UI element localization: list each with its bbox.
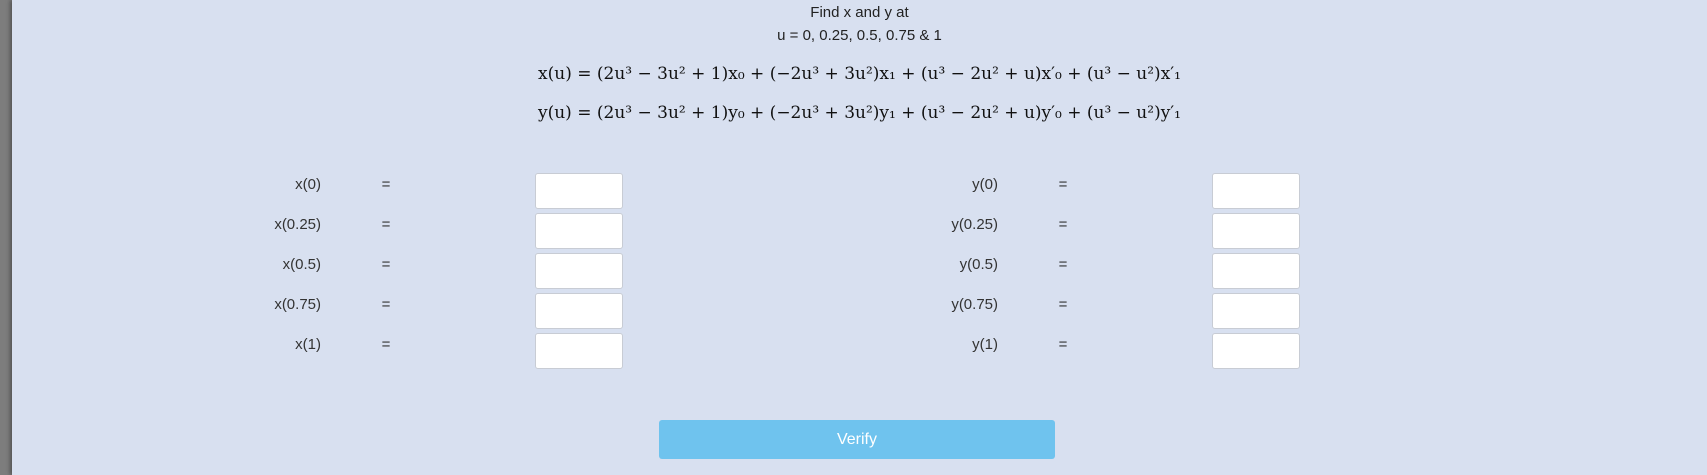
answer-x0[interactable] bbox=[535, 173, 623, 209]
label-x075: x(0.75) bbox=[274, 296, 321, 313]
equals-sign: = bbox=[1058, 296, 1068, 313]
answer-y075[interactable] bbox=[1212, 293, 1300, 329]
verify-button[interactable]: Verify bbox=[659, 420, 1055, 459]
answer-x025[interactable] bbox=[535, 213, 623, 249]
formula-x: x(u) = (2u³ − 3u² + 1)x₀ + (−2u³ + 3u²)x… bbox=[538, 64, 1181, 84]
equals-sign: = bbox=[381, 216, 391, 233]
formula-y: y(u) = (2u³ − 3u² + 1)y₀ + (−2u³ + 3u²)y… bbox=[538, 103, 1181, 123]
answer-x075[interactable] bbox=[535, 293, 623, 329]
label-x025: x(0.25) bbox=[274, 216, 321, 233]
instruction-title: Find x and y at bbox=[810, 4, 909, 21]
instruction-values: u = 0, 0.25, 0.5, 0.75 & 1 bbox=[777, 27, 942, 44]
exercise-panel: Find x and y at u = 0, 0.25, 0.5, 0.75 &… bbox=[12, 0, 1707, 475]
label-x0: x(0) bbox=[295, 176, 321, 193]
answer-x1[interactable] bbox=[535, 333, 623, 369]
label-y0: y(0) bbox=[972, 176, 998, 193]
label-y1: y(1) bbox=[972, 336, 998, 353]
answer-y025[interactable] bbox=[1212, 213, 1300, 249]
equals-sign: = bbox=[1058, 256, 1068, 273]
label-y025: y(0.25) bbox=[951, 216, 998, 233]
equals-sign: = bbox=[381, 336, 391, 353]
equals-sign: = bbox=[1058, 336, 1068, 353]
equals-sign: = bbox=[381, 176, 391, 193]
label-x1: x(1) bbox=[295, 336, 321, 353]
answer-y05[interactable] bbox=[1212, 253, 1300, 289]
answer-x05[interactable] bbox=[535, 253, 623, 289]
label-x05: x(0.5) bbox=[282, 256, 321, 273]
equals-sign: = bbox=[1058, 216, 1068, 233]
equals-sign: = bbox=[381, 256, 391, 273]
answer-y1[interactable] bbox=[1212, 333, 1300, 369]
equals-sign: = bbox=[1058, 176, 1068, 193]
answer-y0[interactable] bbox=[1212, 173, 1300, 209]
label-y075: y(0.75) bbox=[951, 296, 998, 313]
equals-sign: = bbox=[381, 296, 391, 313]
label-y05: y(0.5) bbox=[959, 256, 998, 273]
